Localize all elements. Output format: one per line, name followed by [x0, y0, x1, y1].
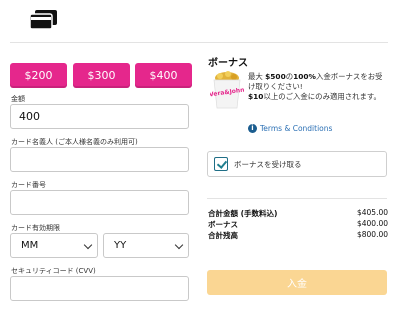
expiry-month-select[interactable]: MM	[10, 233, 98, 258]
terms-label: Terms & Conditions	[260, 124, 333, 133]
deposit-page: $200 $300 $400 金額 400 カード名義人 (ご本人様名義のみ利用…	[0, 0, 400, 318]
cvv-input[interactable]	[10, 276, 189, 301]
cardholder-name-label: カード名義人 (ご本人様名義のみ利用可)	[11, 138, 138, 146]
chevron-down-icon	[174, 240, 184, 250]
card-number-input[interactable]	[10, 190, 189, 215]
summary-row-bonus: ボーナス $400.00	[208, 219, 388, 229]
amount-input[interactable]: 400	[10, 104, 189, 129]
bonus-cup-image: Vera&John	[210, 71, 244, 109]
header-divider	[10, 42, 388, 43]
terms-link[interactable]: i Terms & Conditions	[248, 124, 332, 133]
amount-label: 金額	[11, 95, 25, 103]
claim-bonus-label: ボーナスを受け取る	[234, 159, 302, 169]
checkbox-checked-icon[interactable]	[214, 157, 228, 171]
summary-row-total: 合計金額 (手数料込) $405.00	[208, 208, 388, 218]
bonus-description: 最大 $500の100%入金ボーナスをお受け取りください! $10以上のご入金に…	[248, 72, 383, 101]
info-icon: i	[248, 124, 257, 133]
bonus-title: ボーナス	[208, 58, 248, 69]
amount-400-button[interactable]: $400	[135, 63, 192, 88]
claim-bonus-checkbox-row[interactable]: ボーナスを受け取る	[207, 151, 387, 177]
credit-card-icon	[30, 10, 57, 30]
chevron-down-icon	[83, 240, 93, 250]
cardholder-name-input[interactable]	[10, 147, 189, 172]
cvv-label: セキュリティコード (CVV)	[11, 267, 96, 275]
expiry-label: カード有効期限	[11, 224, 60, 232]
amount-200-button[interactable]: $200	[10, 63, 67, 88]
card-number-label: カード番号	[11, 181, 46, 189]
expiry-year-select[interactable]: YY	[103, 233, 189, 258]
deposit-button[interactable]: 入金	[207, 270, 387, 295]
summary-divider	[207, 198, 387, 199]
summary-row-balance: 合計残高 $800.00	[208, 230, 388, 240]
amount-300-button[interactable]: $300	[73, 63, 130, 88]
expiry-year-value: YY	[114, 240, 127, 251]
expiry-month-value: MM	[21, 240, 39, 251]
